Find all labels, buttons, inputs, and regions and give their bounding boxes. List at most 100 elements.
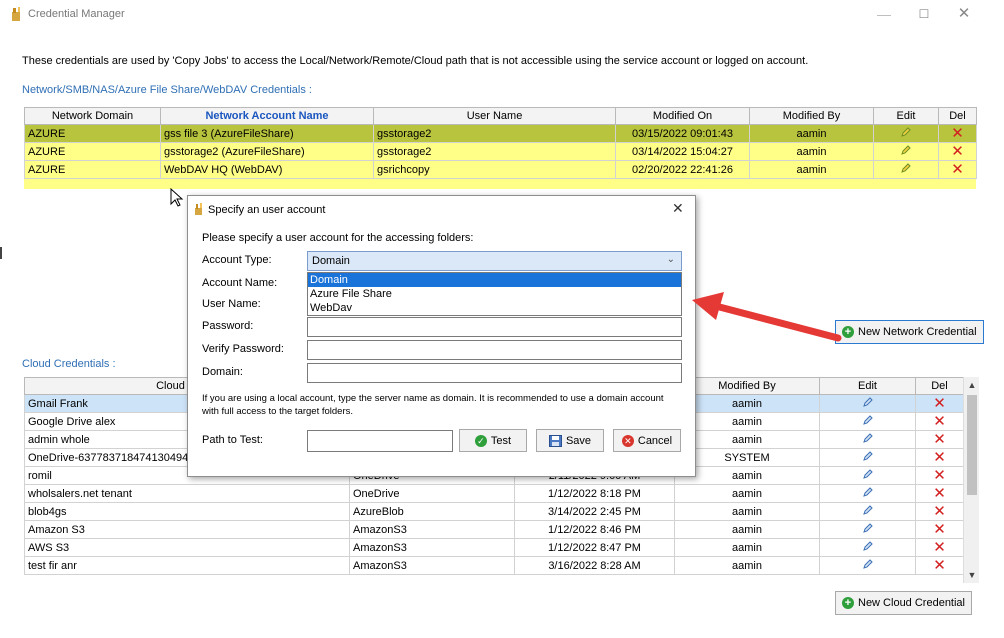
delete-x-icon[interactable]: ✕ [933, 504, 946, 520]
edit-pencil-icon[interactable] [862, 540, 874, 552]
cloud-table-scrollbar[interactable]: ▲ ▼ [963, 377, 979, 583]
dropdown-option-domain[interactable]: Domain [308, 273, 681, 287]
delete-cell[interactable]: ✕ [938, 160, 977, 179]
edit-cell[interactable] [819, 520, 916, 539]
delete-cell[interactable]: ✕ [915, 412, 964, 431]
delete-x-icon[interactable]: ✕ [933, 522, 946, 538]
scroll-down-arrow-icon[interactable]: ▼ [964, 567, 980, 583]
cancel-button-label: Cancel [637, 434, 673, 447]
close-window-button[interactable]: ✕ [944, 4, 984, 26]
edit-pencil-icon[interactable] [862, 414, 874, 426]
delete-cell[interactable]: ✕ [938, 142, 977, 161]
delete-x-icon[interactable]: ✕ [951, 126, 964, 142]
save-button[interactable]: Save [536, 429, 604, 452]
delete-cell[interactable]: ✕ [915, 430, 964, 449]
delete-x-icon[interactable]: ✕ [951, 144, 964, 160]
edit-cell[interactable] [819, 412, 916, 431]
cell-cloud-name: test fir anr [24, 556, 350, 575]
new-network-credential-button[interactable]: + New Network Credential [835, 320, 984, 344]
account-type-select[interactable]: Domain ⌄ [307, 251, 682, 271]
table-row[interactable]: AZURE gss file 3 (AzureFileShare) gsstor… [24, 124, 977, 143]
edit-cell[interactable] [819, 538, 916, 557]
edit-cell[interactable] [819, 430, 916, 449]
edit-cell[interactable] [819, 484, 916, 503]
edit-pencil-icon[interactable] [862, 432, 874, 444]
edit-pencil-icon[interactable] [862, 558, 874, 570]
edit-pencil-icon[interactable] [900, 162, 912, 174]
new-cloud-credential-button[interactable]: + New Cloud Credential [835, 591, 972, 615]
edit-pencil-icon[interactable] [862, 450, 874, 462]
dialog-title: Specify an user account [208, 204, 326, 216]
delete-cell[interactable]: ✕ [915, 484, 964, 503]
dropdown-option-webdav[interactable]: WebDav [308, 301, 681, 315]
column-modified-by[interactable]: Modified By [749, 107, 874, 125]
table-row[interactable]: wholsalers.net tenant OneDrive 1/12/2022 8… [24, 484, 964, 503]
delete-x-icon[interactable]: ✕ [933, 450, 946, 466]
table-row[interactable]: AZURE WebDAV HQ (WebDAV) gsrichcopy 02/2… [24, 160, 977, 179]
dropdown-option-azure-file-share[interactable]: Azure File Share [308, 287, 681, 301]
column-modified-on[interactable]: Modified On [615, 107, 750, 125]
delete-x-icon[interactable]: ✕ [933, 432, 946, 448]
delete-x-icon[interactable]: ✕ [933, 486, 946, 502]
maximize-button[interactable]: ☐ [904, 4, 944, 26]
column-user-name[interactable]: User Name [373, 107, 616, 125]
edit-cell[interactable] [873, 160, 939, 179]
edit-pencil-icon[interactable] [862, 468, 874, 480]
account-type-value: Domain [312, 255, 350, 267]
table-row[interactable]: AZURE gsstorage2 (AzureFileShare) gsstor… [24, 142, 977, 161]
column-del[interactable]: Del [938, 107, 977, 125]
domain-field[interactable] [307, 363, 682, 383]
delete-cell[interactable]: ✕ [915, 520, 964, 539]
delete-x-icon[interactable]: ✕ [933, 540, 946, 556]
test-button[interactable]: ✓ Test [459, 429, 527, 452]
delete-x-icon[interactable]: ✕ [951, 162, 964, 178]
edit-cell[interactable] [873, 124, 939, 143]
dialog-close-button[interactable]: ✕ [672, 200, 684, 217]
path-to-test-field[interactable] [307, 430, 453, 452]
table-row[interactable]: AWS S3 AmazonS3 1/12/2022 8:47 PM aamin ✕ [24, 538, 964, 557]
delete-cell[interactable]: ✕ [915, 448, 964, 467]
password-field[interactable] [307, 317, 682, 337]
delete-x-icon[interactable]: ✕ [933, 414, 946, 430]
edit-cell[interactable] [819, 556, 916, 575]
cell-domain: AZURE [24, 142, 161, 161]
delete-x-icon[interactable]: ✕ [933, 396, 946, 412]
column-cloud-del[interactable]: Del [915, 377, 964, 395]
edit-cell[interactable] [819, 394, 916, 413]
column-network-account-name[interactable]: Network Account Name [160, 107, 374, 125]
table-row[interactable]: Amazon S3 AmazonS3 1/12/2022 8:46 PM aamin ✕ [24, 520, 964, 539]
test-button-label: Test [490, 434, 512, 447]
delete-cell[interactable]: ✕ [915, 466, 964, 485]
column-network-domain[interactable]: Network Domain [24, 107, 161, 125]
minimize-button[interactable]: — [864, 4, 904, 26]
account-type-dropdown: Domain Azure File Share WebDav [307, 272, 682, 316]
column-cloud-modified-by[interactable]: Modified By [674, 377, 820, 395]
edit-pencil-icon[interactable] [862, 486, 874, 498]
edit-cell[interactable] [819, 466, 916, 485]
delete-x-icon[interactable]: ✕ [933, 558, 946, 574]
edit-pencil-icon[interactable] [862, 396, 874, 408]
delete-cell[interactable]: ✕ [915, 538, 964, 557]
table-row[interactable]: blob4gs AzureBlob 3/14/2022 2:45 PM aamin ✕ [24, 502, 964, 521]
delete-cell[interactable]: ✕ [915, 556, 964, 575]
edit-pencil-icon[interactable] [900, 144, 912, 156]
delete-cell[interactable]: ✕ [938, 124, 977, 143]
scroll-thumb[interactable] [967, 395, 977, 495]
scroll-up-arrow-icon[interactable]: ▲ [964, 377, 980, 393]
edit-cell[interactable] [873, 142, 939, 161]
cancel-button[interactable]: ✕ Cancel [613, 429, 681, 452]
edit-cell[interactable] [819, 502, 916, 521]
verify-password-field[interactable] [307, 340, 682, 360]
column-edit[interactable]: Edit [873, 107, 939, 125]
delete-cell[interactable]: ✕ [915, 394, 964, 413]
column-cloud-edit[interactable]: Edit [819, 377, 916, 395]
table-row[interactable]: test fir anr AmazonS3 3/16/2022 8:28 AM aam… [24, 556, 964, 575]
edit-pencil-icon[interactable] [862, 522, 874, 534]
user-name-label: User Name: [202, 298, 261, 310]
edit-cell[interactable] [819, 448, 916, 467]
edit-pencil-icon[interactable] [900, 126, 912, 138]
delete-cell[interactable]: ✕ [915, 502, 964, 521]
edit-pencil-icon[interactable] [862, 504, 874, 516]
chevron-down-icon[interactable]: ⌄ [667, 254, 675, 265]
delete-x-icon[interactable]: ✕ [933, 468, 946, 484]
